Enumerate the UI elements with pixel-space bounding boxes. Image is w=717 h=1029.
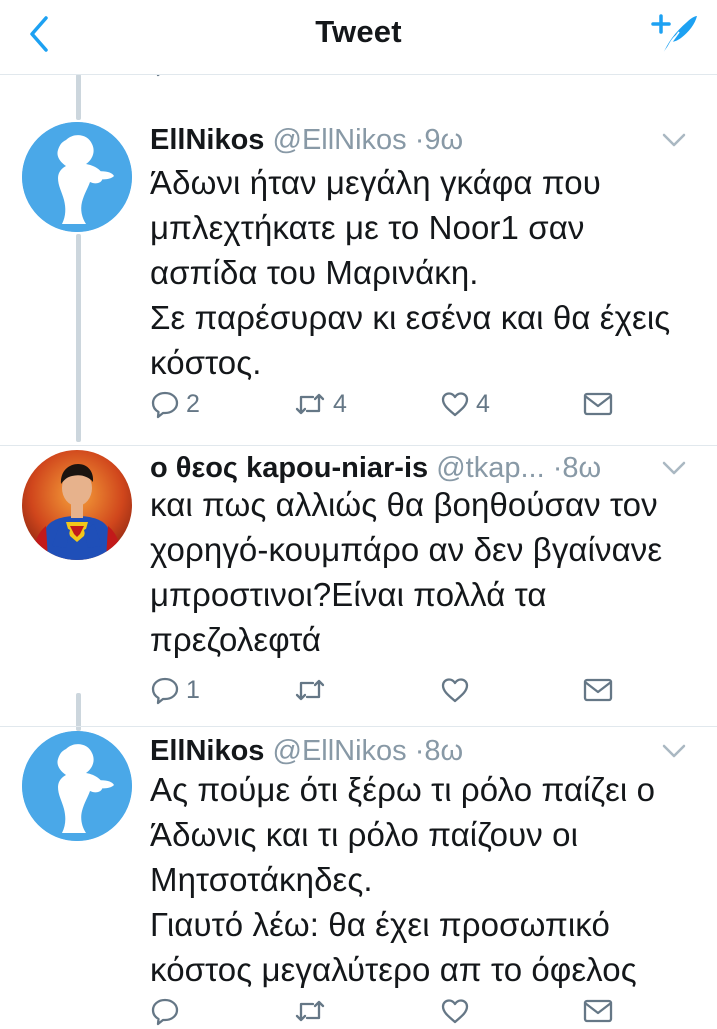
display-name[interactable]: ο θεος kapou-niar-is [150, 452, 428, 484]
page-title: Tweet [315, 14, 402, 49]
heart-icon [441, 999, 469, 1024]
duck-avatar-icon [22, 731, 132, 841]
tweet-header: EllNikos @EllNikos ·9ω [150, 120, 703, 160]
mail-icon [583, 999, 613, 1023]
tweet-text: Ας πούμε ότι ξέρω τι ρόλο παίζει ο Άδωνι… [150, 771, 656, 988]
separator-dot: · [414, 124, 425, 156]
user-handle[interactable]: @EllNikos [273, 124, 407, 156]
chevron-down-icon[interactable] [661, 743, 687, 759]
timestamp: 8ω [424, 735, 464, 767]
separator-dot: · [414, 735, 425, 767]
mail-icon [583, 392, 613, 416]
separator-dot: · [552, 452, 563, 484]
top-bar: Tweet [0, 0, 717, 75]
user-handle[interactable]: @EllNikos [273, 735, 407, 767]
tweet[interactable]: EllNikos @EllNikos ·9ω Άδωνι ήταν μεγάλη… [0, 120, 717, 444]
retweet-icon [295, 679, 325, 701]
avatar[interactable] [22, 731, 132, 841]
tweet[interactable]: ο θεος kapou-niar-is @tkap... ·8ω και πω… [0, 446, 717, 716]
tweet-header: EllNikos @EllNikos ·8ω [150, 731, 703, 771]
retweet-icon [295, 1000, 325, 1022]
reply-button[interactable]: 1 [150, 672, 200, 708]
like-button[interactable]: 4 [440, 386, 490, 422]
duck-avatar-icon [22, 122, 132, 232]
retweet-count: 4 [333, 390, 347, 418]
tweet[interactable]: EllNikos @EllNikos ·8ω Ας πούμε ότι ξέρω… [0, 731, 717, 1026]
display-name[interactable]: EllNikos [150, 124, 264, 156]
tweet-divider [0, 726, 717, 727]
heart-icon [441, 392, 469, 417]
heart-icon [441, 678, 469, 703]
reply-icon [151, 677, 179, 705]
reply-icon [151, 998, 179, 1026]
display-name[interactable]: EllNikos [150, 735, 264, 767]
retweet-button[interactable] [293, 672, 333, 708]
chevron-down-icon[interactable] [661, 132, 687, 148]
tweet-text: και πως αλλιώς θα βοηθούσαν τον χορηγό-κ… [150, 486, 663, 658]
mail-icon [583, 678, 613, 702]
retweet-icon [295, 393, 325, 415]
reply-count: 2 [186, 390, 200, 418]
timestamp: 8ω [562, 452, 602, 484]
like-button[interactable] [440, 672, 476, 708]
timestamp: 9ω [424, 124, 464, 156]
thread-line [76, 74, 81, 120]
tweet-text: Άδωνι ήταν μεγάλη γκάφα που μπλεχτήκατε … [150, 164, 671, 381]
compose-tweet-icon [651, 14, 697, 55]
reply-icon [151, 391, 179, 419]
user-handle[interactable]: @tkap... [436, 452, 544, 484]
reply-button[interactable]: 2 [150, 386, 200, 422]
avatar[interactable] [22, 122, 132, 232]
tweet-actions: 2 4 4 [150, 386, 620, 422]
share-button[interactable] [582, 672, 614, 708]
like-count: 4 [476, 390, 490, 418]
avatar[interactable] [22, 450, 132, 560]
tweet-actions: 1 [150, 672, 620, 708]
retweet-button[interactable]: 4 [293, 386, 347, 422]
share-button[interactable] [582, 386, 614, 422]
compose-tweet-button[interactable] [649, 10, 699, 58]
reply-count: 1 [186, 676, 200, 704]
chevron-down-icon[interactable] [661, 460, 687, 476]
superhero-avatar-icon [22, 450, 132, 560]
